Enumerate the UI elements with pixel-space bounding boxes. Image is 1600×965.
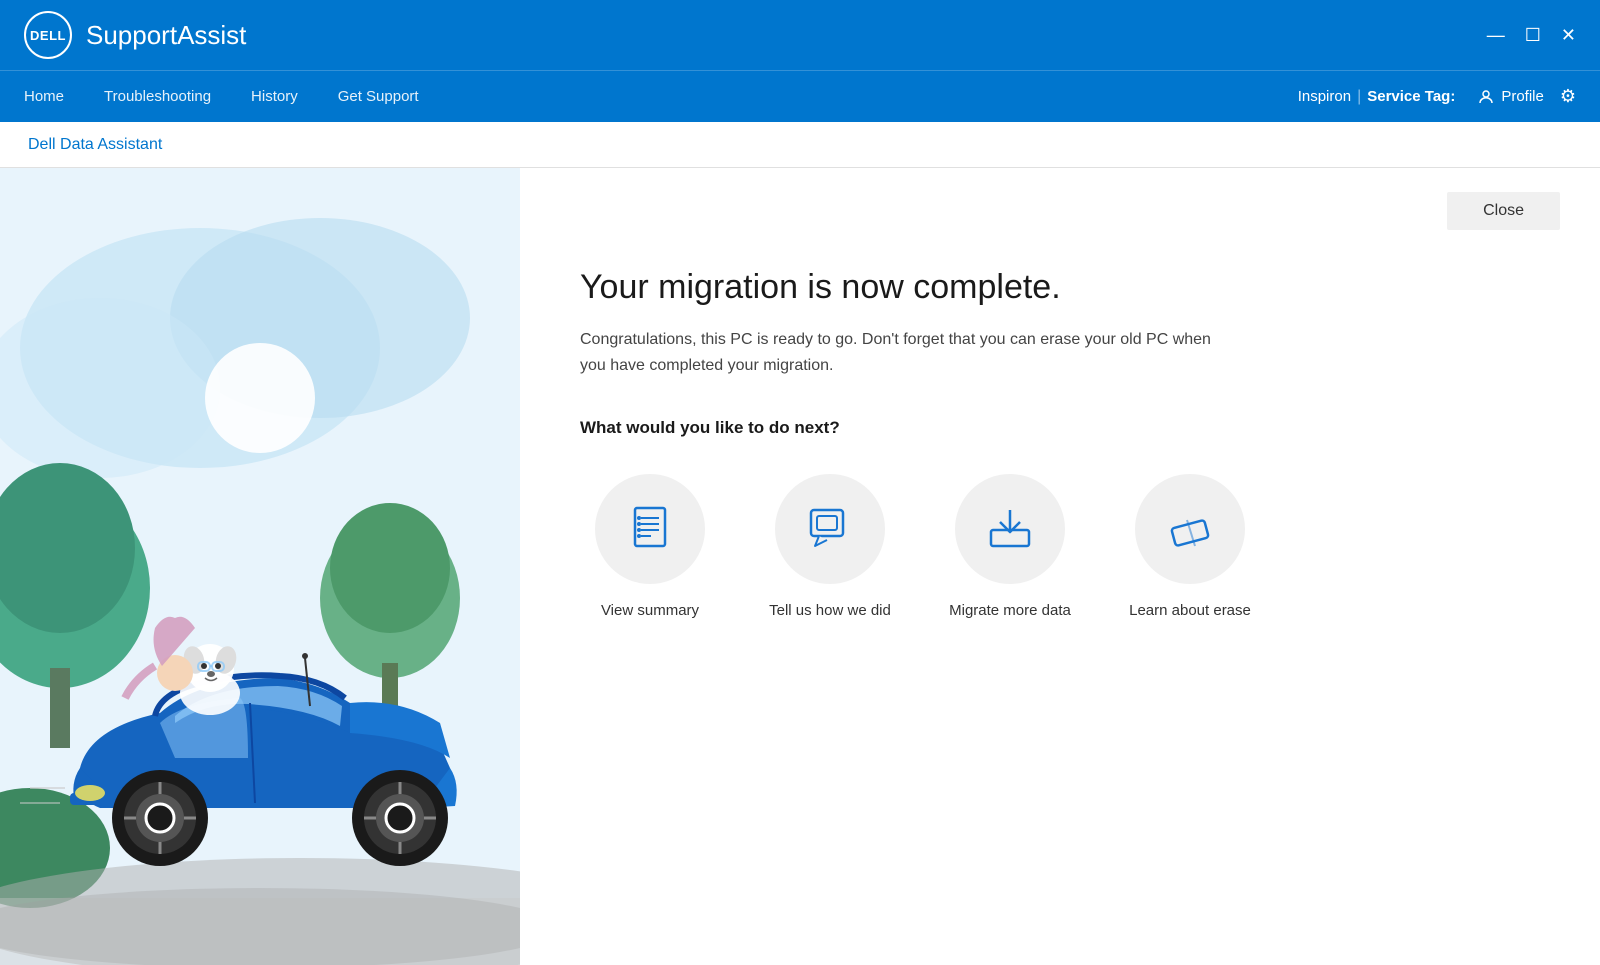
- nav-home[interactable]: Home: [24, 84, 64, 109]
- nav-links: Home Troubleshooting History Get Support: [24, 84, 419, 109]
- close-window-button[interactable]: ✕: [1561, 26, 1576, 44]
- nav-divider: |: [1357, 88, 1361, 106]
- nav-troubleshooting[interactable]: Troubleshooting: [104, 84, 211, 109]
- learn-erase-button[interactable]: Learn about erase: [1120, 474, 1260, 619]
- dell-logo: DELL: [24, 11, 72, 59]
- nav-get-support[interactable]: Get Support: [338, 84, 419, 109]
- profile-button[interactable]: Profile: [1477, 88, 1544, 106]
- profile-label: Profile: [1501, 88, 1544, 105]
- view-summary-button[interactable]: View summary: [580, 474, 720, 619]
- next-action-label: What would you like to do next?: [580, 418, 1540, 438]
- minimize-button[interactable]: —: [1487, 26, 1505, 44]
- device-info: Inspiron | Service Tag:: [1298, 88, 1462, 106]
- nav-right: Inspiron | Service Tag: Profile ⚙: [1298, 86, 1576, 107]
- migration-illustration: [0, 168, 520, 965]
- close-button[interactable]: Close: [1447, 192, 1560, 230]
- title-bar: DELL SupportAssist — ☐ ✕: [0, 0, 1600, 70]
- migration-title: Your migration is now complete.: [580, 268, 1540, 307]
- breadcrumb: Dell Data Assistant: [28, 136, 162, 154]
- main-content: Close Your migration is now complete. Co…: [0, 168, 1600, 965]
- maximize-button[interactable]: ☐: [1525, 26, 1541, 44]
- app-title: SupportAssist: [86, 20, 246, 51]
- nav-history[interactable]: History: [251, 84, 298, 109]
- tell-us-label: Tell us how we did: [769, 602, 891, 619]
- view-summary-circle: [595, 474, 705, 584]
- app-logo: DELL SupportAssist: [24, 11, 246, 59]
- content-panel: Close Your migration is now complete. Co…: [520, 168, 1600, 965]
- migrate-more-circle: [955, 474, 1065, 584]
- tell-us-icon: [805, 502, 855, 557]
- migrate-more-icon: [985, 502, 1035, 557]
- tell-us-circle: [775, 474, 885, 584]
- illustration-area: [0, 168, 520, 965]
- migration-description: Congratulations, this PC is ready to go.…: [580, 327, 1230, 378]
- learn-erase-label: Learn about erase: [1129, 602, 1251, 619]
- migrate-more-label: Migrate more data: [949, 602, 1071, 619]
- view-summary-label: View summary: [601, 602, 699, 619]
- settings-icon[interactable]: ⚙: [1560, 86, 1576, 107]
- breadcrumb-bar: Dell Data Assistant: [0, 122, 1600, 168]
- action-buttons-container: View summary Tell us how we did: [580, 474, 1540, 619]
- profile-icon: [1477, 88, 1495, 106]
- learn-erase-circle: [1135, 474, 1245, 584]
- device-name: Inspiron: [1298, 88, 1351, 105]
- view-summary-icon: [625, 502, 675, 557]
- migrate-more-button[interactable]: Migrate more data: [940, 474, 1080, 619]
- learn-erase-icon: [1165, 502, 1215, 557]
- window-controls: — ☐ ✕: [1487, 26, 1576, 44]
- service-tag-label: Service Tag:: [1367, 88, 1455, 105]
- tell-us-button[interactable]: Tell us how we did: [760, 474, 900, 619]
- nav-bar: Home Troubleshooting History Get Support…: [0, 70, 1600, 122]
